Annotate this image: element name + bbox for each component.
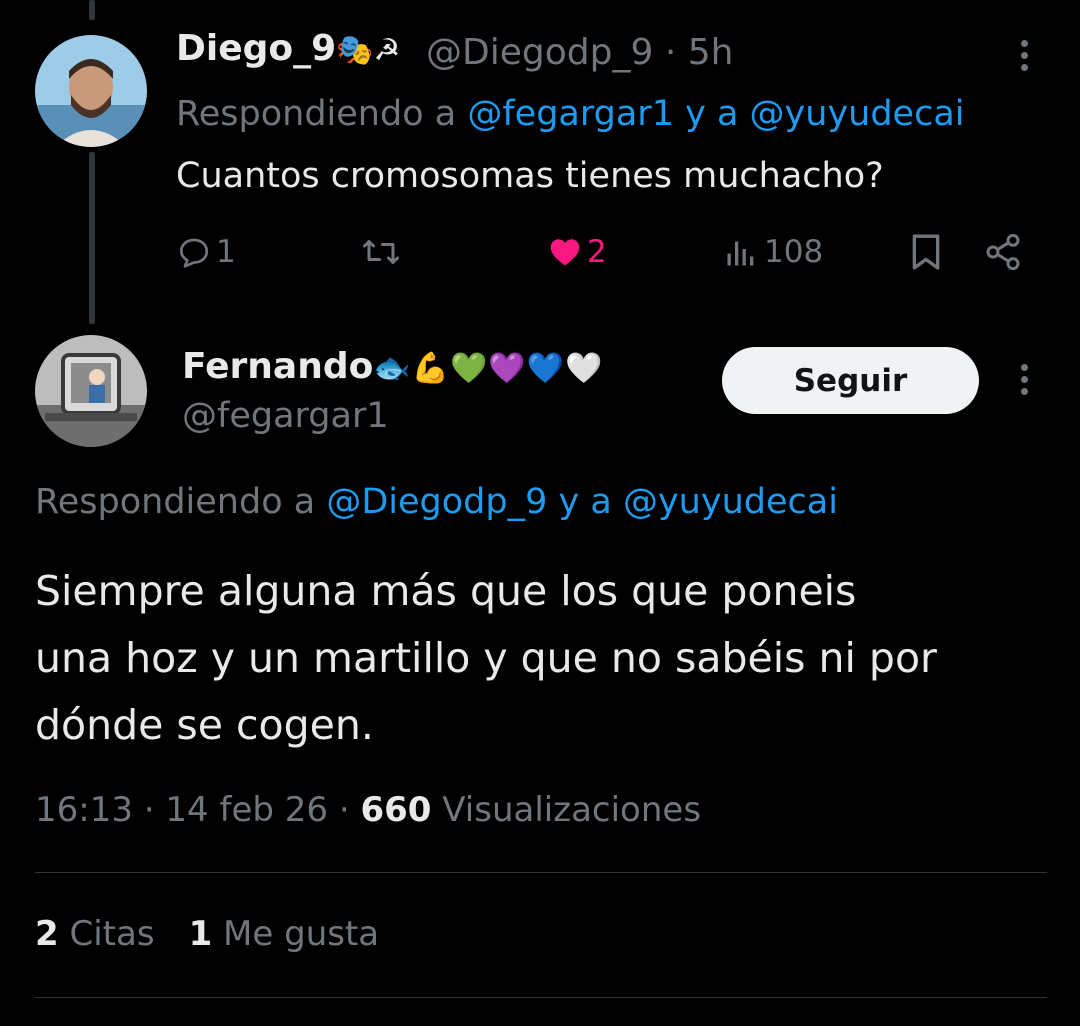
main-text-line: una hoz y un martillo y que no sabéis ni… [35,634,937,682]
meta-dot: · [338,790,350,830]
likes-label: Me gusta [223,914,380,954]
reply-action-bar: 1 2 108 [0,224,1080,280]
divider [35,872,1047,873]
meta-dot: · [143,790,155,830]
reply-text: Cuantos cromosomas tienes muchacho? [176,156,884,196]
reply-avatar[interactable] [35,35,147,147]
tweet-time[interactable]: 16:13 [35,790,133,830]
reply-mention-2[interactable]: @yuyudecai [750,94,965,134]
tweet-views-label: Visualizaciones [442,790,702,830]
like-button[interactable]: 2 [547,224,607,280]
main-tweet-text: Siempre alguna más que los que poneis un… [35,558,1065,759]
divider [35,997,1047,998]
quotes-count: 2 [35,914,59,954]
main-name-emojis: 🐟💪💚💜💙🤍 [373,351,604,386]
share-button[interactable] [983,224,1023,280]
main-handle[interactable]: @fegargar1 [182,396,389,436]
tweet-views-count: 660 [360,790,432,830]
reply-display-name[interactable]: Diego_9🎭☭ [176,28,400,69]
main-avatar[interactable] [35,335,147,447]
retweet-button[interactable] [360,224,406,280]
quotes-stat[interactable]: 2 Citas [35,914,155,954]
reply-time[interactable]: 5h [688,32,734,73]
reply-handle-time: @Diegodp_9 · 5h [426,32,733,73]
engagement-stats: 2 Citas 1 Me gusta [35,914,379,954]
reply-name-emojis: 🎭☭ [336,33,401,68]
main-more-icon[interactable] [1021,364,1029,395]
share-icon [986,233,1020,271]
avatar-photo-icon [35,335,147,447]
views-chart-icon [727,241,754,266]
main-conjunction: y a [558,482,612,522]
avatar-photo-icon [35,35,147,147]
retweet-icon [363,240,399,264]
quotes-label: Citas [69,914,155,954]
follow-button[interactable]: Seguir [722,347,979,414]
views-count: 108 [764,234,824,270]
heart-filled-icon [550,239,580,266]
likes-count: 1 [188,914,213,954]
main-text-line: Siempre alguna más que los que poneis [35,567,857,615]
like-count: 2 [587,234,607,270]
bookmark-button[interactable] [909,224,943,280]
reply-handle[interactable]: @Diegodp_9 [426,32,653,73]
main-mention-1[interactable]: @Diegodp_9 [326,482,547,522]
reply-more-icon[interactable] [1021,40,1029,71]
reply-button[interactable]: 1 [176,224,236,280]
reply-conjunction: y a [685,94,739,134]
thread-line-top [89,0,95,20]
reply-count: 1 [216,234,236,270]
tweet-date[interactable]: 14 feb 26 [165,790,328,830]
reply-replying-to: Respondiendo a @fegargar1 y a @yuyudecai [176,94,965,134]
views-button[interactable]: 108 [722,224,823,280]
reply-separator: · [664,32,677,73]
main-text-line: dónde se cogen. [35,701,374,749]
reply-mention-1[interactable]: @fegargar1 [467,94,674,134]
main-display-name[interactable]: Fernando🐟💪💚💜💙🤍 [182,346,603,387]
tweet-meta: 16:13 · 14 feb 26 · 660 Visualizaciones [35,790,701,830]
likes-stat[interactable]: 1 Me gusta [189,914,380,954]
main-replying-to: Respondiendo a @Diegodp_9 y a @yuyudecai [35,482,838,522]
main-mention-2[interactable]: @yuyudecai [623,482,838,522]
comment-icon [179,238,209,268]
bookmark-icon [912,234,940,270]
